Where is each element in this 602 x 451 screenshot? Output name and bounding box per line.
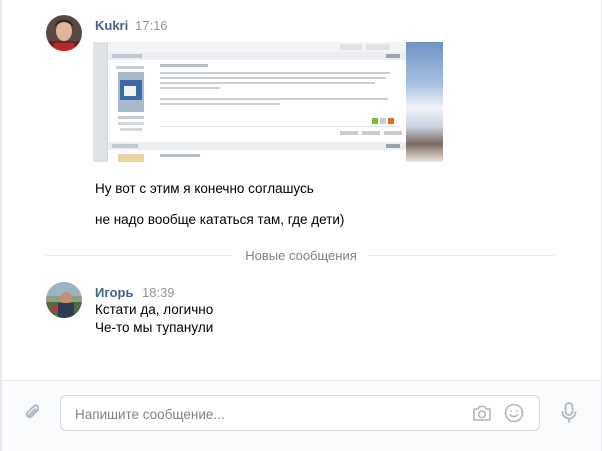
message-text: Кстати да, логично (95, 302, 214, 317)
avatar-igor[interactable] (46, 282, 82, 318)
message-text: Че-то мы тупанули (95, 320, 214, 335)
attached-screenshot-forum-preview (107, 42, 407, 162)
message-input[interactable] (73, 396, 457, 432)
message-author[interactable]: Kukri (95, 18, 128, 33)
smile-icon[interactable] (503, 402, 525, 424)
attached-screenshot[interactable] (93, 42, 443, 162)
message-time[interactable]: 17:16 (135, 18, 168, 33)
message-text: Ну вот с этим я конечно соглашусь (95, 181, 314, 196)
paperclip-icon[interactable] (22, 402, 44, 424)
microphone-icon[interactable] (558, 401, 580, 425)
message-author[interactable]: Игорь (95, 285, 133, 300)
new-messages-divider-right (368, 255, 554, 256)
forum-preview-image (108, 42, 406, 162)
camera-icon[interactable] (471, 403, 493, 423)
avatar-kukri[interactable] (46, 15, 82, 51)
message-text: не надо вообще кататься там, где дети) (95, 212, 345, 227)
message-input-box[interactable] (60, 395, 540, 432)
avatar-kukri-image (46, 15, 82, 51)
attached-screenshot-mountain-photo (406, 42, 443, 162)
message-time[interactable]: 18:39 (142, 285, 175, 300)
avatar-igor-image (46, 282, 82, 318)
